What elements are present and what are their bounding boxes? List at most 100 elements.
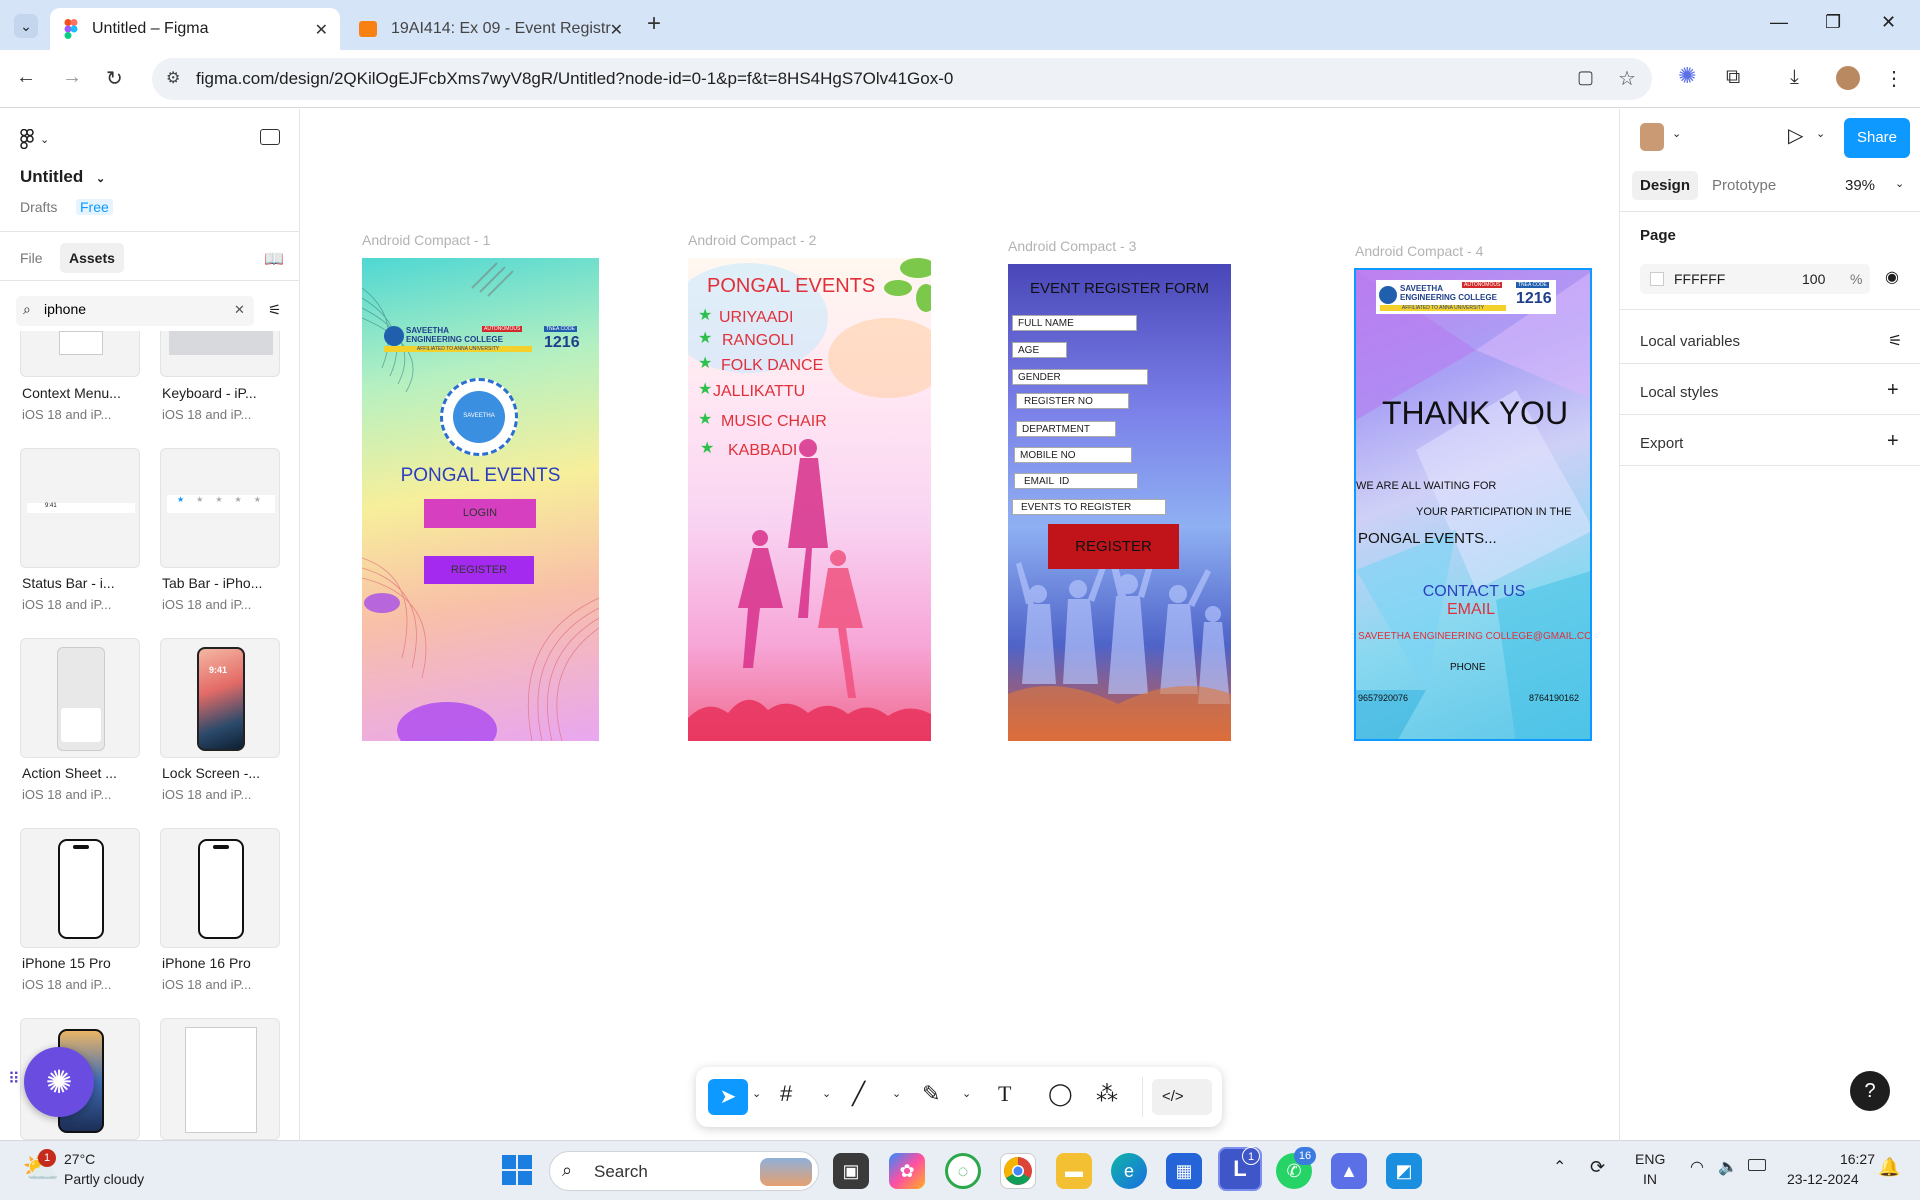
- gender-field[interactable]: GENDER: [1012, 369, 1148, 385]
- email-field[interactable]: EMAIL ID: [1014, 473, 1138, 489]
- bookmark-star-icon[interactable]: ☆: [1618, 66, 1636, 91]
- plan-badge[interactable]: Free: [76, 199, 113, 215]
- page-color-hex[interactable]: FFFFFF: [1674, 271, 1725, 287]
- variables-sliders-icon[interactable]: ⚟: [1888, 331, 1902, 351]
- tab-moodle[interactable]: 19AI414: Ex 09 - Event Registrat ✕: [345, 8, 635, 50]
- language-in[interactable]: IN: [1643, 1171, 1657, 1187]
- frame-label[interactable]: Android Compact - 1: [362, 232, 490, 248]
- pen-tool-icon[interactable]: ✎: [922, 1081, 940, 1107]
- weather-temp[interactable]: 27°C: [64, 1151, 95, 1167]
- sync-icon[interactable]: ⟳: [1590, 1157, 1605, 1178]
- figma-canvas[interactable]: Android Compact - 1 Android Compact - 2 …: [301, 109, 1619, 1140]
- asset-thumb-tab-bar[interactable]: ★★★★★: [160, 448, 280, 568]
- drag-handle-icon[interactable]: ⠿: [8, 1069, 20, 1089]
- move-tool-icon[interactable]: ➤: [708, 1079, 748, 1115]
- local-variables-label[interactable]: Local variables: [1640, 333, 1740, 350]
- chevron-down-icon[interactable]: ⌄: [892, 1087, 901, 1100]
- present-play-icon[interactable]: ▷: [1788, 123, 1803, 148]
- chevron-down-icon[interactable]: ⌄: [1672, 127, 1681, 140]
- frame-android-compact-4[interactable]: SAVEETHA ENGINEERING COLLEGE AUTONOMOUS …: [1354, 268, 1592, 741]
- frame-label[interactable]: Android Compact - 3: [1008, 238, 1136, 254]
- add-style-icon[interactable]: +: [1887, 379, 1899, 402]
- tab-file[interactable]: File: [20, 250, 43, 266]
- profile-avatar[interactable]: [1836, 66, 1860, 90]
- zoom-level[interactable]: 39%: [1845, 177, 1875, 194]
- notification-bell-icon[interactable]: 🔔: [1878, 1157, 1900, 1178]
- ai-assistant-fab-icon[interactable]: ✺: [24, 1047, 94, 1117]
- language-eng[interactable]: ENG: [1635, 1151, 1665, 1167]
- site-info-icon[interactable]: ⚙: [166, 68, 180, 88]
- chevron-down-icon[interactable]: ⌄: [1895, 177, 1904, 190]
- mobile-no-field[interactable]: MOBILE NO: [1014, 447, 1132, 463]
- asset-thumb-iphone-16-pro[interactable]: [160, 828, 280, 948]
- tab-figma[interactable]: Untitled – Figma ✕: [50, 8, 340, 50]
- frame-android-compact-1[interactable]: SAVEETHA ENGINEERING COLLEGE AUTONOMOUS …: [362, 258, 599, 741]
- events-field[interactable]: EVENTS TO REGISTER: [1012, 499, 1166, 515]
- frame-android-compact-3[interactable]: EVENT REGISTER FORM FULL NAME AGE GENDER…: [1008, 264, 1231, 741]
- windows-start-icon[interactable]: [502, 1155, 532, 1185]
- address-bar[interactable]: ⚙ figma.com/design/2QKilOgEJFcbXms7wyV8g…: [152, 58, 1652, 100]
- close-window-icon[interactable]: ✕: [1881, 12, 1896, 33]
- asset-thumb-status-bar[interactable]: 9:41: [20, 448, 140, 568]
- asset-thumb-keyboard[interactable]: [160, 331, 280, 377]
- age-field[interactable]: AGE: [1012, 342, 1067, 358]
- refresh-app-icon[interactable]: ◌: [945, 1153, 981, 1189]
- edge-icon[interactable]: e: [1111, 1153, 1147, 1189]
- asset-thumb-settings-list[interactable]: [160, 1018, 280, 1140]
- battery-icon[interactable]: [1748, 1159, 1766, 1171]
- chevron-down-icon[interactable]: ⌄: [1816, 127, 1825, 140]
- filter-sliders-icon[interactable]: ⚟: [268, 301, 281, 319]
- tab-prototype[interactable]: Prototype: [1712, 177, 1776, 194]
- extension-perplexity-icon[interactable]: ✺: [1678, 63, 1696, 89]
- asset-thumb-context-menu[interactable]: [20, 331, 140, 377]
- app-triangle-icon[interactable]: ▲: [1331, 1153, 1367, 1189]
- page-color-field[interactable]: FFFFFF 100 %: [1640, 264, 1870, 294]
- weather-desc[interactable]: Partly cloudy: [64, 1171, 144, 1187]
- tab-search-icon[interactable]: ⌄: [14, 14, 38, 38]
- reload-icon[interactable]: ↻: [106, 66, 123, 91]
- local-styles-label[interactable]: Local styles: [1640, 384, 1718, 401]
- menu-kebab-icon[interactable]: ⋮: [1884, 66, 1904, 91]
- clock-date[interactable]: 23-12-2024: [1787, 1171, 1859, 1187]
- asset-thumb-lock-screen[interactable]: 9:41: [160, 638, 280, 758]
- tab-design[interactable]: Design: [1632, 171, 1699, 200]
- comment-tool-icon[interactable]: ◯: [1048, 1081, 1073, 1107]
- chrome-icon[interactable]: [1000, 1153, 1036, 1189]
- frame-tool-icon[interactable]: #: [780, 1081, 792, 1107]
- clock-time[interactable]: 16:27: [1815, 1151, 1875, 1167]
- copilot-icon[interactable]: ✿: [889, 1153, 925, 1189]
- chevron-down-icon[interactable]: ⌄: [822, 1087, 831, 1100]
- help-button[interactable]: ?: [1850, 1071, 1890, 1111]
- volume-icon[interactable]: 🔈: [1718, 1157, 1738, 1177]
- clipboard-icon[interactable]: ▢: [1577, 67, 1594, 88]
- department-field[interactable]: DEPARTMENT: [1016, 421, 1116, 437]
- chevron-up-icon[interactable]: ⌃: [1553, 1157, 1566, 1177]
- toggle-sidebar-icon[interactable]: [260, 129, 280, 145]
- file-explorer-icon[interactable]: ▬: [1056, 1153, 1092, 1189]
- close-tab-icon[interactable]: ✕: [610, 20, 623, 40]
- minimize-icon[interactable]: —: [1770, 12, 1788, 33]
- user-avatar[interactable]: [1640, 123, 1664, 151]
- line-tool-icon[interactable]: ╱: [852, 1081, 865, 1107]
- asset-thumb-action-sheet[interactable]: [20, 638, 140, 758]
- restore-icon[interactable]: ❐: [1825, 12, 1841, 33]
- color-swatch[interactable]: [1650, 272, 1664, 286]
- store-icon[interactable]: ▦: [1166, 1153, 1202, 1189]
- dev-mode-toggle-icon[interactable]: </>: [1152, 1079, 1212, 1115]
- file-name[interactable]: Untitled ⌄: [20, 167, 105, 187]
- drafts-label[interactable]: Drafts: [20, 199, 57, 215]
- library-book-icon[interactable]: 📖: [264, 249, 284, 269]
- tab-assets[interactable]: Assets: [60, 243, 124, 273]
- register-button[interactable]: REGISTER: [424, 556, 534, 584]
- login-button[interactable]: LOGIN: [424, 499, 536, 528]
- eye-visibility-icon[interactable]: ◉: [1885, 267, 1899, 287]
- share-button[interactable]: Share: [1844, 118, 1910, 158]
- register-no-field[interactable]: REGISTER NO: [1016, 393, 1129, 409]
- main-menu-button[interactable]: ⌄: [20, 129, 49, 149]
- clear-search-icon[interactable]: ✕: [234, 302, 245, 318]
- frame-android-compact-2[interactable]: PONGAL EVENTS ★ URIYAADI ★ RANGOLI ★ FOL…: [688, 258, 931, 741]
- register-submit-button[interactable]: REGISTER: [1048, 524, 1179, 569]
- frame-label[interactable]: Android Compact - 4: [1355, 243, 1483, 259]
- close-tab-icon[interactable]: ✕: [315, 20, 328, 40]
- asset-thumb-iphone-15-pro[interactable]: [20, 828, 140, 948]
